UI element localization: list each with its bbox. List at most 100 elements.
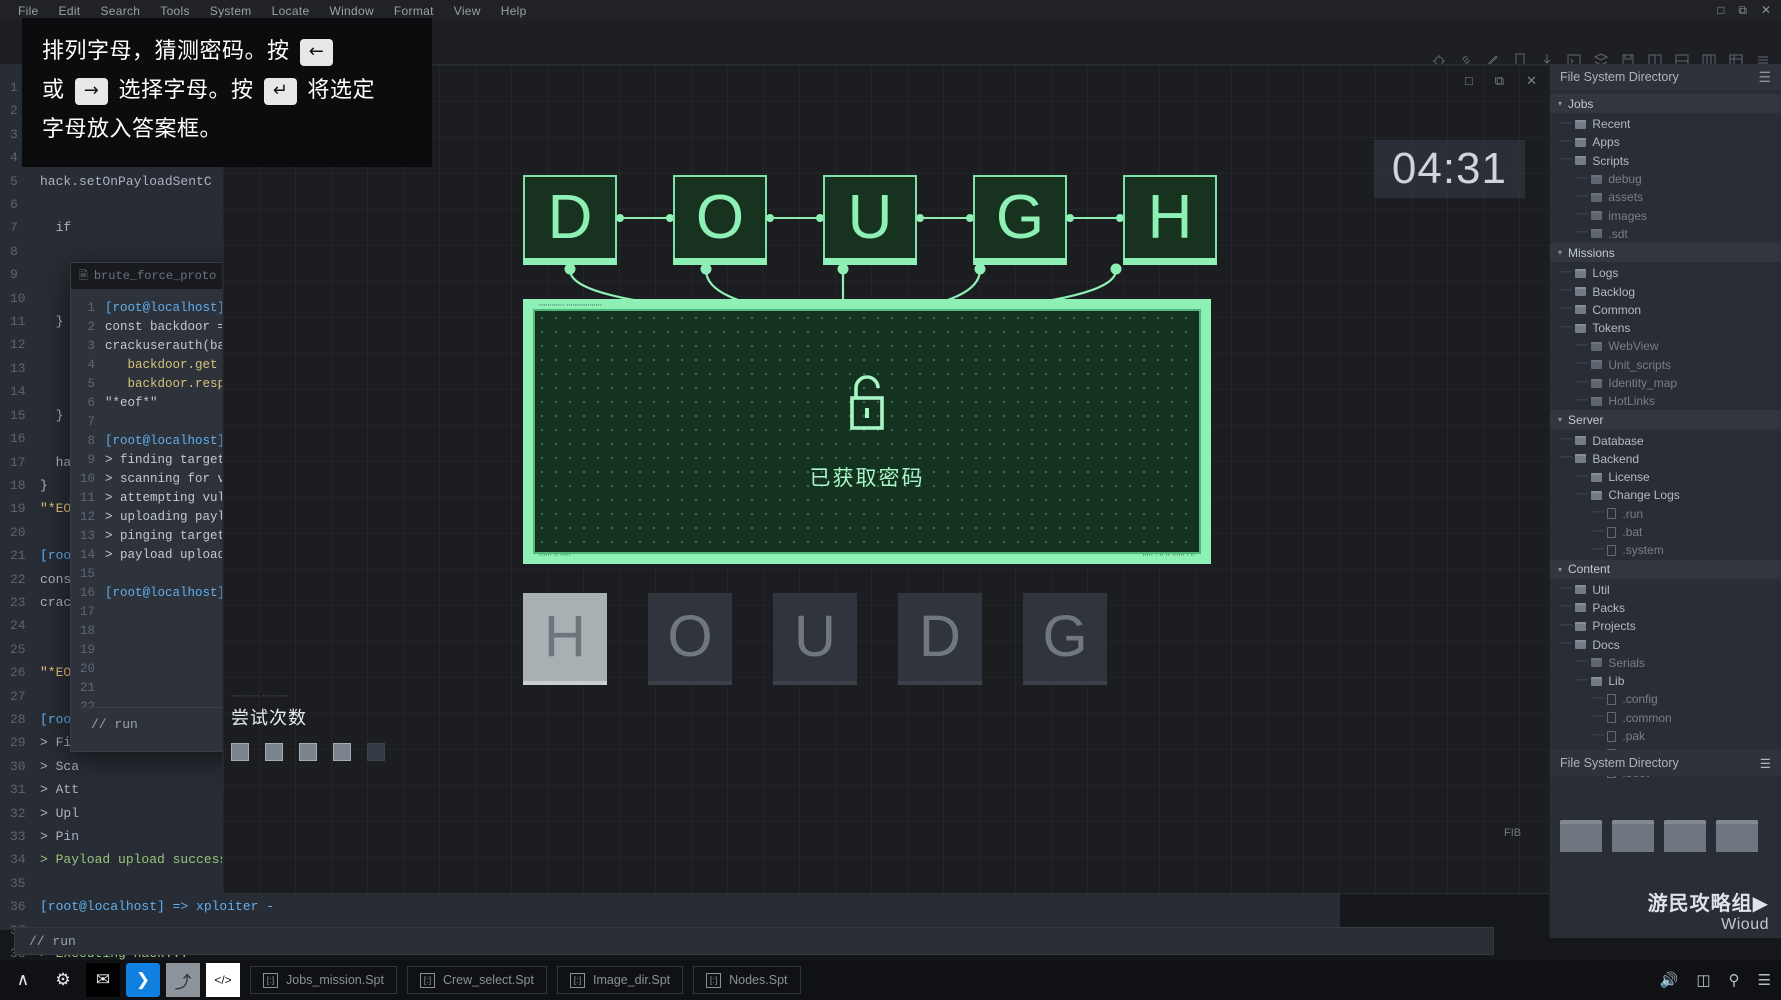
letter-bank-tile[interactable]: D bbox=[898, 593, 982, 685]
hamburger-icon-2[interactable]: ☰ bbox=[1760, 756, 1771, 771]
answer-tile[interactable]: G bbox=[973, 175, 1067, 265]
close-icon[interactable]: ✕ bbox=[1526, 73, 1537, 89]
line-number: 24 bbox=[10, 618, 26, 634]
file-tree-group-content[interactable]: ▾ Content bbox=[1550, 559, 1781, 579]
file-tree-item-backlog[interactable]: ── Backlog bbox=[1550, 282, 1781, 300]
file-tree-item--common[interactable]: ── .common bbox=[1550, 709, 1781, 727]
taskbar-app-label: Crew_select.Spt bbox=[442, 973, 534, 987]
file-tree-group-label: Server bbox=[1568, 412, 1604, 427]
tree-rail: ── bbox=[1560, 267, 1573, 279]
maximize-icon[interactable]: ⧉ bbox=[1495, 73, 1504, 89]
folder-icon-1[interactable] bbox=[1560, 820, 1602, 852]
letter-bank-row: HOUDG bbox=[523, 593, 1107, 685]
folder-icon bbox=[1575, 287, 1587, 297]
file-tree-item-webview[interactable]: ── WebView bbox=[1550, 337, 1781, 355]
tower-icon[interactable]: ⤴ bbox=[166, 963, 200, 997]
minimize-icon[interactable]: □ bbox=[1717, 3, 1724, 18]
panels-icon[interactable]: ◫ bbox=[1696, 971, 1710, 989]
file-tree-item-tokens[interactable]: ── Tokens bbox=[1550, 319, 1781, 337]
file-tree-item--pak[interactable]: ── .pak bbox=[1550, 727, 1781, 745]
file-tree-item-identity-map[interactable]: ── Identity_map bbox=[1550, 374, 1781, 392]
window-controls: □ ⧉ ✕ bbox=[1717, 3, 1771, 18]
file-tree-item-scripts[interactable]: ── Scripts bbox=[1550, 152, 1781, 170]
file-tree-item-logs[interactable]: ── Logs bbox=[1550, 264, 1781, 282]
terminal-icon[interactable]: </> bbox=[206, 963, 240, 997]
file-tree-group-jobs[interactable]: ▾ Jobs bbox=[1550, 94, 1781, 113]
menu-icon[interactable]: ☰ bbox=[1758, 971, 1771, 989]
menu-item-window[interactable]: Window bbox=[319, 2, 383, 20]
maximize-icon[interactable]: ⧉ bbox=[1738, 3, 1747, 18]
answer-tile-letter: D bbox=[547, 182, 593, 252]
file-tree-group-server[interactable]: ▾ Server bbox=[1550, 410, 1781, 430]
file-tree-item--sdt[interactable]: ── .sdt bbox=[1550, 225, 1781, 243]
close-icon[interactable]: ✕ bbox=[1761, 3, 1771, 18]
media-player-icon[interactable]: ❯ bbox=[126, 963, 160, 997]
file-tree-item--run[interactable]: ── .run bbox=[1550, 505, 1781, 523]
tree-rail: ── bbox=[1560, 584, 1573, 596]
file-tree-item-images[interactable]: ── images bbox=[1550, 206, 1781, 224]
file-tree-item-database[interactable]: ── Database bbox=[1550, 431, 1781, 449]
menu-item-search[interactable]: Search bbox=[90, 2, 150, 20]
file-tree-item-projects[interactable]: ── Projects bbox=[1550, 617, 1781, 635]
menu-item-help[interactable]: Help bbox=[491, 2, 537, 20]
file-tree-item-debug[interactable]: ── debug bbox=[1550, 170, 1781, 188]
answer-tile[interactable]: O bbox=[673, 175, 767, 265]
tree-rail: ── bbox=[1576, 173, 1589, 185]
folder-icon-4[interactable] bbox=[1716, 820, 1758, 852]
letter-bank-tile-selected[interactable]: H bbox=[523, 593, 607, 685]
script-icon: [:] bbox=[419, 972, 435, 988]
folder-icon-3[interactable] bbox=[1664, 820, 1706, 852]
menu-item-format[interactable]: Format bbox=[384, 2, 444, 20]
taskbar-app-crew-select-spt[interactable]: [:] Crew_select.Spt bbox=[406, 966, 547, 994]
letter-bank-tile[interactable]: U bbox=[773, 593, 857, 685]
menu-item-tools[interactable]: Tools bbox=[150, 2, 200, 20]
file-tree-item-apps[interactable]: ── Apps bbox=[1550, 133, 1781, 151]
file-tree-item-change-logs[interactable]: ── Change Logs bbox=[1550, 486, 1781, 504]
folder-icon-2[interactable] bbox=[1612, 820, 1654, 852]
menu-item-view[interactable]: View bbox=[444, 2, 491, 20]
letter-bank-tile[interactable]: O bbox=[648, 593, 732, 685]
file-tree-item-license[interactable]: ── License bbox=[1550, 468, 1781, 486]
file-tree-item-docs[interactable]: ── Docs bbox=[1550, 635, 1781, 653]
minimize-icon[interactable]: □ bbox=[1465, 73, 1473, 89]
answer-tile[interactable]: U bbox=[823, 175, 917, 265]
instruction-tooltip: 排列字母，猜测密码。按 ← 或 → 选择字母。按 ↵ 将选定 字母放入答案框。 bbox=[22, 18, 432, 167]
file-tree-group-missions[interactable]: ▾ Missions bbox=[1550, 243, 1781, 263]
answer-tile[interactable]: D bbox=[523, 175, 617, 265]
terminal-line-text: crackuserauth(ba bbox=[105, 339, 226, 353]
volume-icon[interactable]: 🔊 bbox=[1660, 971, 1679, 989]
file-tree-item-recent[interactable]: ── Recent bbox=[1550, 115, 1781, 133]
file-tree-item--system[interactable]: ── .system bbox=[1550, 541, 1781, 559]
file-tree-item-label: assets bbox=[1608, 190, 1644, 205]
file-tree-item-util[interactable]: ── Util bbox=[1550, 581, 1781, 599]
file-tree-item-hotlinks[interactable]: ── HotLinks bbox=[1550, 392, 1781, 410]
file-tree-item-assets[interactable]: ── assets bbox=[1550, 188, 1781, 206]
file-tree-item-backend[interactable]: ── Backend bbox=[1550, 450, 1781, 468]
menu-item-file[interactable]: File bbox=[8, 2, 49, 20]
password-status-message: 已获取密码 bbox=[809, 466, 925, 490]
tree-rail: ── bbox=[1560, 136, 1573, 148]
attempt-indicator bbox=[333, 743, 351, 761]
chevron-up-icon[interactable]: ∧ bbox=[6, 963, 40, 997]
file-tree-item-unit-scripts[interactable]: ── Unit_scripts bbox=[1550, 356, 1781, 374]
hamburger-icon[interactable]: ☰ bbox=[1758, 69, 1771, 86]
file-tree-item--config[interactable]: ── .config bbox=[1550, 690, 1781, 708]
file-tree-item-common[interactable]: ── Common bbox=[1550, 301, 1781, 319]
menu-item-locate[interactable]: Locate bbox=[262, 2, 320, 20]
menu-item-edit[interactable]: Edit bbox=[49, 2, 91, 20]
menu-item-system[interactable]: System bbox=[200, 2, 262, 20]
taskbar-app-image-dir-spt[interactable]: [:] Image_dir.Spt bbox=[556, 966, 684, 994]
run-command-bar[interactable]: // run bbox=[14, 927, 1494, 955]
file-tree-item-lib[interactable]: ── Lib bbox=[1550, 672, 1781, 690]
letter-bank-tile[interactable]: G bbox=[1023, 593, 1107, 685]
tree-rail: ── bbox=[1576, 675, 1589, 687]
file-tree-item--bat[interactable]: ── .bat bbox=[1550, 523, 1781, 541]
mail-icon[interactable]: ✉ bbox=[86, 963, 120, 997]
answer-tile[interactable]: H bbox=[1123, 175, 1217, 265]
search-icon[interactable]: ⚲ bbox=[1729, 971, 1740, 989]
taskbar-app-nodes-spt[interactable]: [:] Nodes.Spt bbox=[693, 966, 801, 994]
file-tree-item-packs[interactable]: ── Packs bbox=[1550, 599, 1781, 617]
taskbar-app-jobs-mission-spt[interactable]: [:] Jobs_mission.Spt bbox=[250, 966, 397, 994]
file-tree-item-serials[interactable]: ── Serials bbox=[1550, 654, 1781, 672]
gear-icon[interactable]: ⚙ bbox=[46, 963, 80, 997]
